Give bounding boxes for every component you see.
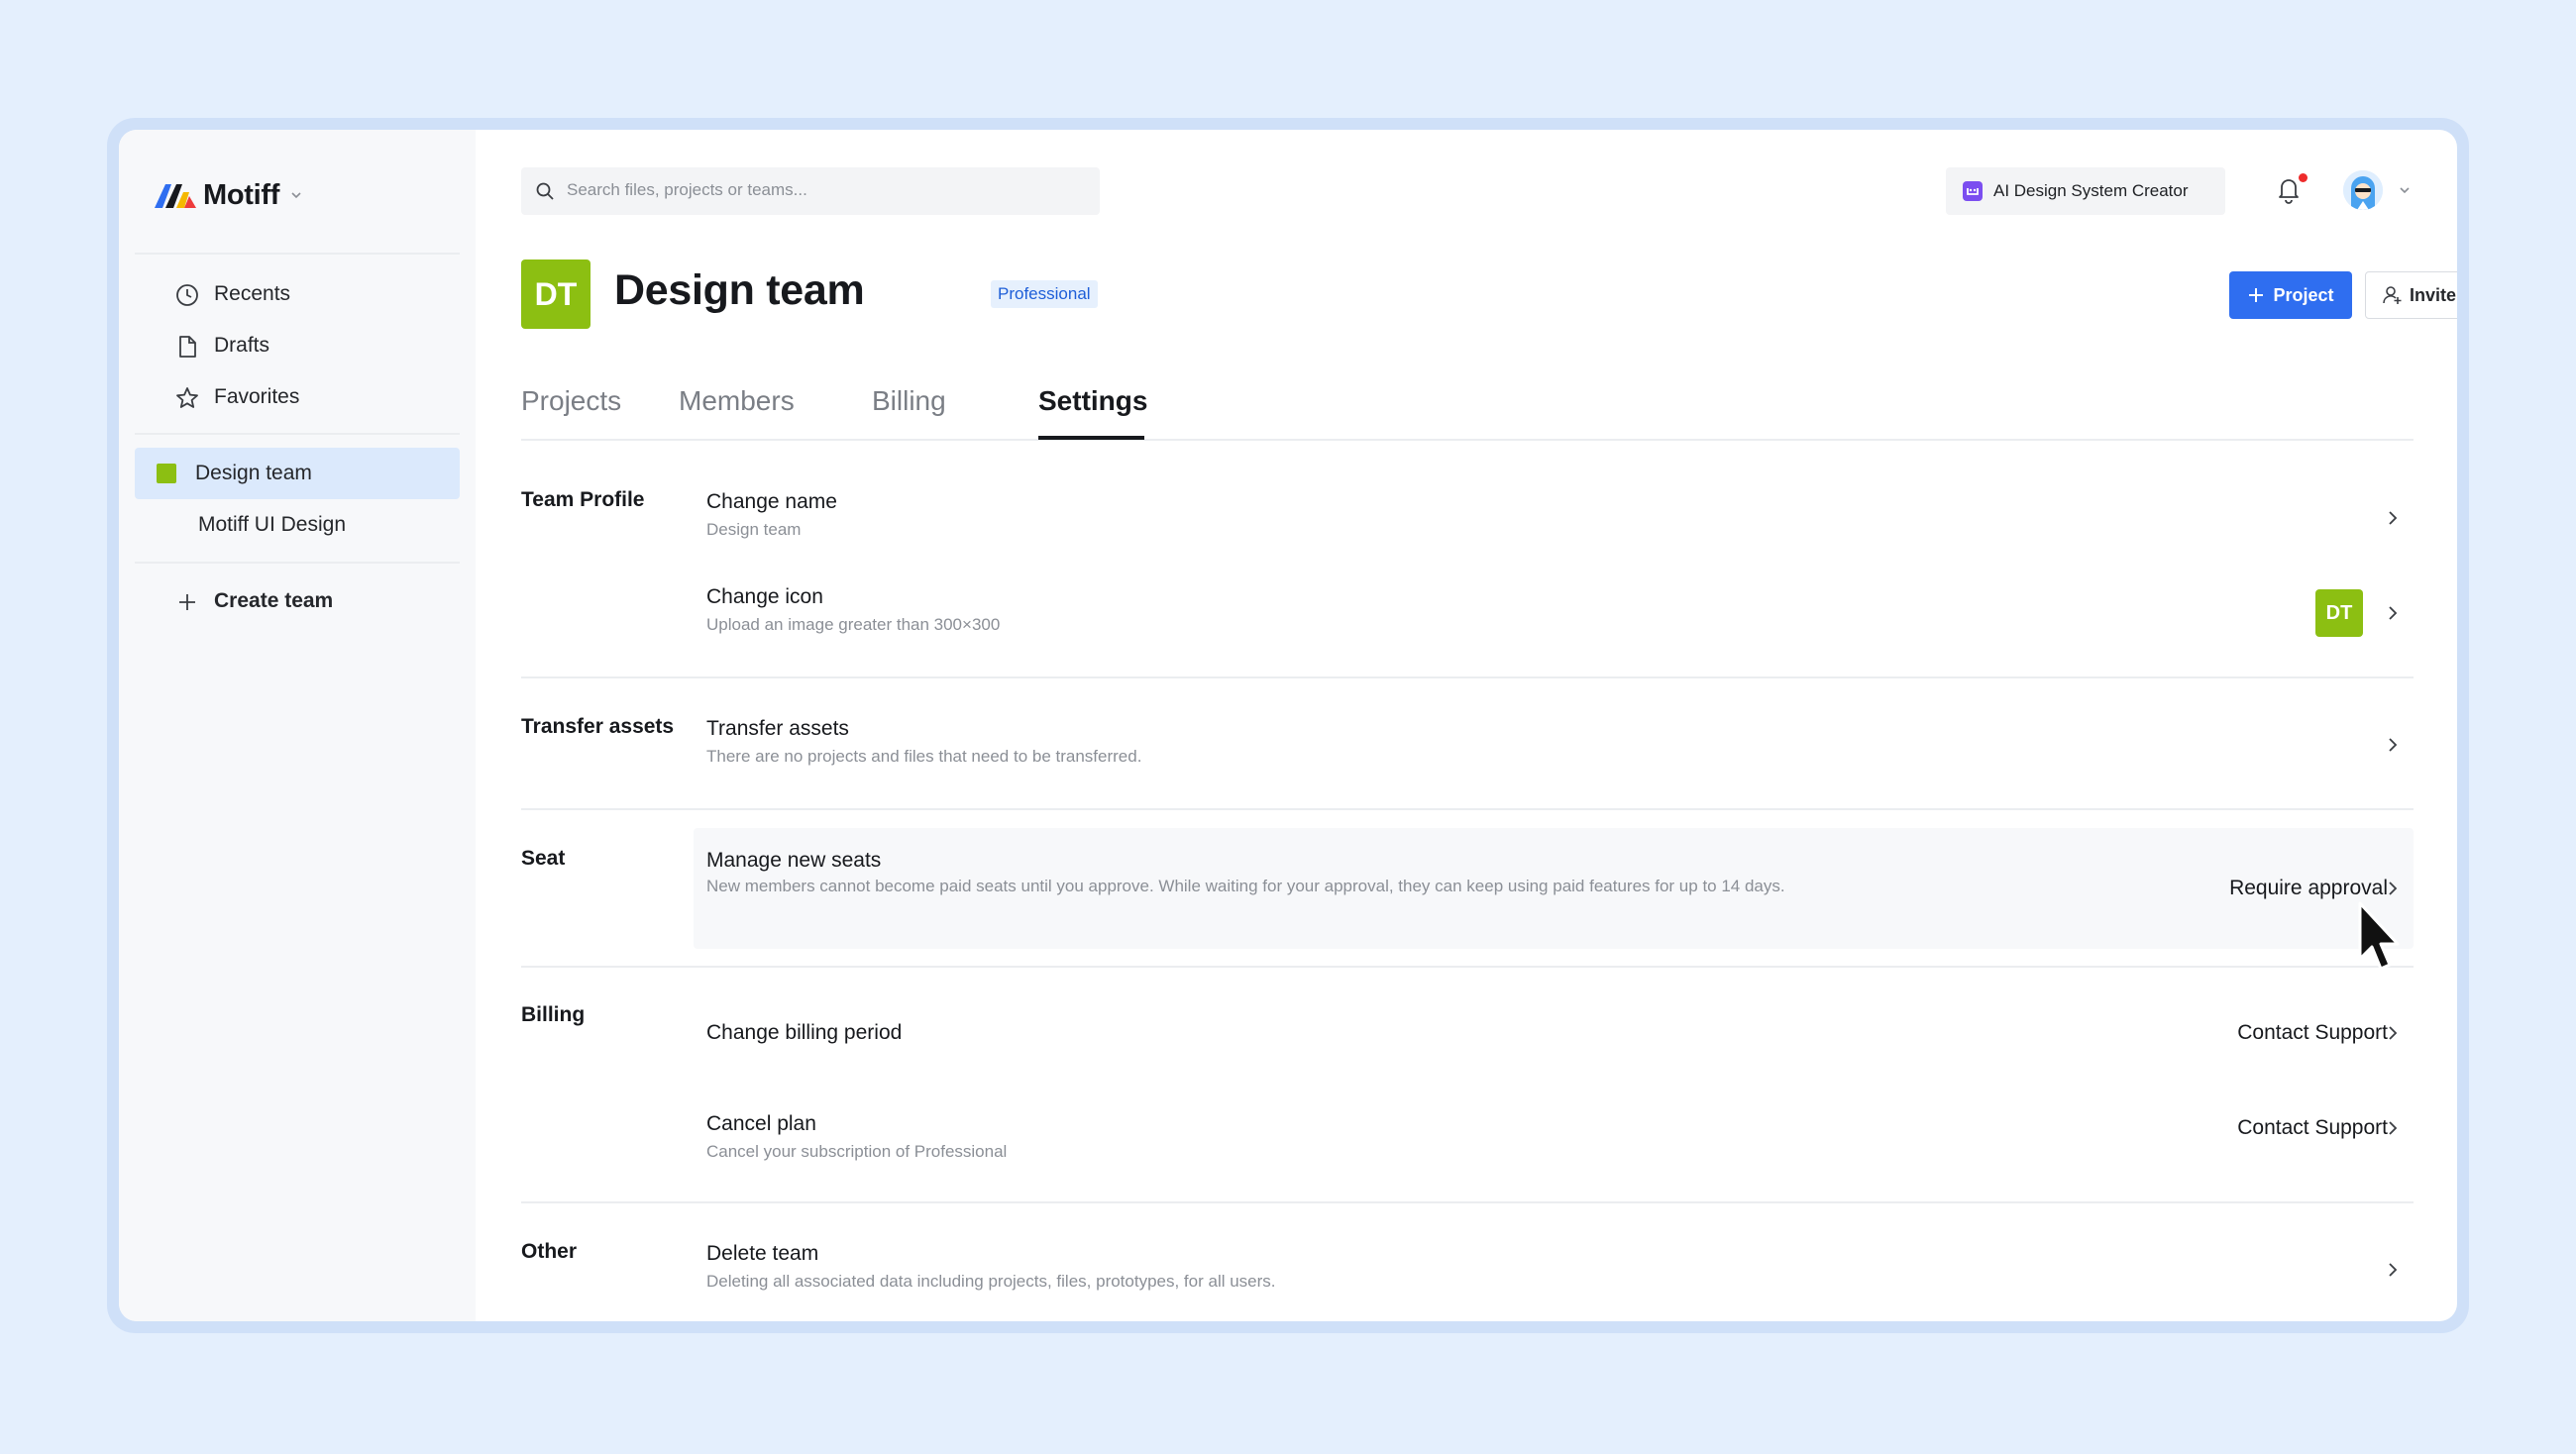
motiff-logo	[155, 184, 196, 208]
sidebar-item-label: Motiff UI Design	[198, 513, 346, 536]
chevron-right-icon[interactable]	[2383, 1118, 2403, 1138]
setting-description: Deleting all associated data including p…	[706, 1272, 1276, 1291]
plus-icon	[179, 594, 195, 610]
chevron-down-icon	[291, 192, 301, 199]
section-divider	[521, 1201, 2414, 1203]
section-label-transfer-assets: Transfer assets	[521, 715, 675, 738]
ai-button-label: AI Design System Creator	[1993, 181, 2189, 200]
setting-description: Cancel your subscription of Professional	[706, 1142, 1008, 1161]
section-label-billing: Billing	[521, 1003, 586, 1026]
sidebar: Motiff Recents Drafts Favorites Design t…	[119, 130, 476, 1321]
invite-button-label: Invite	[2409, 284, 2456, 305]
setting-title[interactable]: Manage new seats	[706, 849, 881, 873]
tab-projects[interactable]: Projects	[521, 385, 621, 417]
setting-title[interactable]: Delete team	[706, 1242, 818, 1266]
create-team-label: Create team	[214, 589, 334, 612]
search-placeholder: Search files, projects or teams...	[567, 180, 807, 199]
tabs-divider	[521, 439, 2414, 441]
clock-icon	[176, 284, 198, 306]
section-divider	[521, 676, 2414, 678]
app-window: Motiff Recents Drafts Favorites Design t…	[119, 130, 2457, 1321]
star-icon	[176, 387, 198, 408]
setting-title[interactable]: Change icon	[706, 585, 823, 609]
tab-billing[interactable]: Billing	[872, 385, 946, 417]
setting-description: There are no projects and files that nee…	[706, 747, 1142, 766]
sidebar-item-label: Recents	[214, 282, 291, 305]
ai-sparkle-icon	[1963, 181, 1983, 201]
section-label-team-profile: Team Profile	[521, 488, 645, 511]
sidebar-divider	[135, 253, 460, 255]
section-label-seat: Seat	[521, 847, 566, 870]
sidebar-item-design-team[interactable]: Design team	[135, 448, 460, 499]
setting-title[interactable]: Transfer assets	[706, 717, 849, 741]
setting-title[interactable]: Change billing period	[706, 1021, 902, 1045]
file-icon	[179, 336, 196, 358]
setting-title[interactable]: Change name	[706, 490, 837, 514]
chevron-right-icon[interactable]	[2383, 1260, 2403, 1280]
setting-value[interactable]: Contact Support	[2237, 1116, 2388, 1140]
active-tab-indicator	[1038, 436, 1144, 440]
chevron-right-icon[interactable]	[2383, 603, 2403, 623]
sidebar-item-favorites[interactable]: Favorites	[135, 371, 460, 423]
chevron-right-icon[interactable]	[2383, 879, 2403, 898]
add-user-icon	[2383, 286, 2402, 304]
team-icon-preview: DT	[2315, 589, 2363, 637]
section-divider	[521, 808, 2414, 810]
sidebar-item-motiff-ui-design[interactable]: Motiff UI Design	[135, 499, 460, 551]
sidebar-divider	[135, 433, 460, 435]
chevron-right-icon[interactable]	[2383, 735, 2403, 755]
setting-description: Upload an image greater than 300×300	[706, 615, 1001, 634]
main-content: Search files, projects or teams... AI De…	[476, 130, 2457, 1321]
notification-dot	[2299, 173, 2308, 182]
sidebar-item-label: Design team	[195, 462, 312, 484]
workspace-switcher[interactable]: Motiff	[153, 175, 303, 215]
search-input[interactable]: Search files, projects or teams...	[521, 167, 1100, 215]
plus-icon	[2249, 288, 2264, 302]
section-label-other: Other	[521, 1240, 578, 1263]
team-color-square	[157, 464, 176, 483]
ai-design-system-creator-button[interactable]: AI Design System Creator	[1946, 167, 2225, 215]
sidebar-divider	[135, 562, 460, 564]
create-team-button[interactable]: Create team	[135, 575, 460, 627]
sidebar-item-label: Favorites	[214, 385, 300, 408]
chevron-right-icon[interactable]	[2383, 1023, 2403, 1043]
project-button-label: Project	[2273, 284, 2334, 305]
plan-badge: Professional	[991, 280, 1098, 308]
sidebar-item-drafts[interactable]: Drafts	[135, 320, 460, 371]
setting-value[interactable]: Contact Support	[2237, 1021, 2388, 1045]
sidebar-item-label: Drafts	[214, 334, 270, 357]
sidebar-item-recents[interactable]: Recents	[135, 268, 460, 320]
new-project-button[interactable]: Project	[2229, 271, 2352, 319]
setting-description: New members cannot become paid seats unt…	[706, 877, 1785, 895]
chevron-right-icon[interactable]	[2383, 508, 2403, 528]
mouse-cursor-icon	[2358, 901, 2400, 971]
chevron-down-icon[interactable]	[2398, 183, 2412, 197]
user-avatar-icon	[2343, 170, 2383, 210]
page-title: Design team	[614, 266, 865, 314]
setting-description: Design team	[706, 520, 802, 539]
avatar[interactable]	[2343, 170, 2383, 210]
setting-value[interactable]: Require approval	[2229, 877, 2388, 900]
tab-settings[interactable]: Settings	[1038, 385, 1147, 417]
tab-members[interactable]: Members	[679, 385, 795, 417]
invite-button[interactable]: Invite	[2365, 271, 2457, 319]
app-name: Motiff	[203, 178, 280, 211]
setting-title[interactable]: Cancel plan	[706, 1112, 816, 1136]
team-icon: DT	[521, 260, 590, 329]
section-divider	[521, 966, 2414, 968]
search-icon	[536, 182, 554, 200]
